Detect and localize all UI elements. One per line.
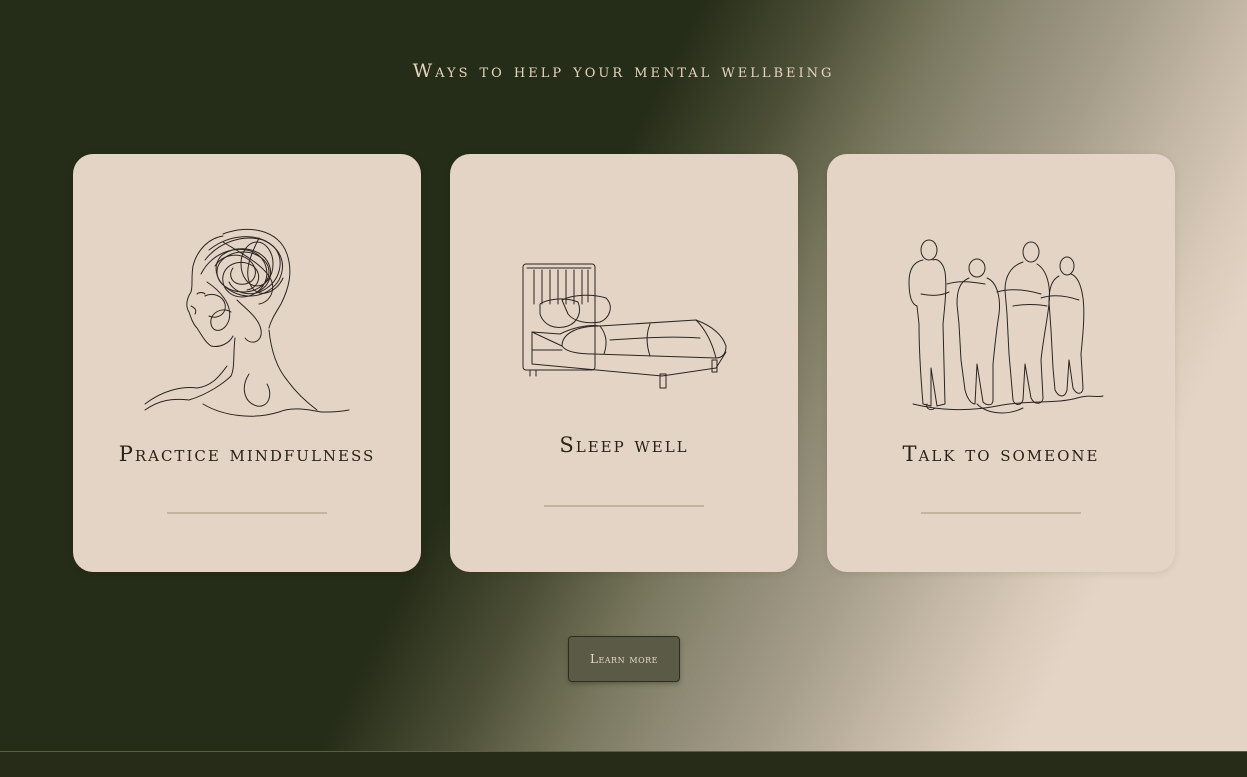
card-title: Talk to someone bbox=[902, 442, 1100, 466]
learn-more-button[interactable]: Learn more bbox=[568, 636, 680, 682]
footer-strip bbox=[0, 751, 1247, 777]
friends-group-line-art-icon bbox=[908, 239, 1104, 414]
head-line-art-icon bbox=[144, 228, 350, 417]
card-practice-mindfulness[interactable]: Practice mindfulness bbox=[73, 154, 421, 572]
card-title: Sleep well bbox=[559, 433, 689, 457]
card-divider bbox=[167, 512, 327, 514]
card-sleep-well[interactable]: Sleep well bbox=[450, 154, 798, 572]
card-talk-to-someone[interactable]: Talk to someone bbox=[827, 154, 1175, 572]
card-title: Practice mindfulness bbox=[118, 442, 376, 466]
bed-line-art-icon bbox=[522, 263, 727, 389]
card-divider bbox=[921, 512, 1081, 514]
section-title: Ways to help your mental wellbeing bbox=[412, 60, 835, 82]
card-divider bbox=[544, 505, 704, 507]
